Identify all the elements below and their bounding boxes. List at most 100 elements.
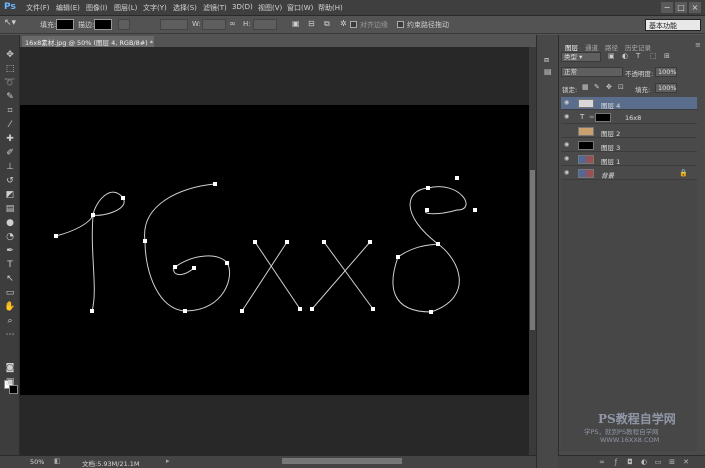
shape-tool-icon[interactable]: ▭ xyxy=(4,287,16,299)
workspace-dropdown[interactable]: 基本功能 xyxy=(645,19,701,31)
quick-mask-icon[interactable]: ◙ xyxy=(4,362,16,374)
layer-row-16x8[interactable]: ◉ T ∞ 16x8 xyxy=(561,111,697,124)
properties-panel-icon[interactable]: ▤ xyxy=(544,67,552,76)
close-button[interactable]: × xyxy=(689,2,701,13)
tab-paths[interactable]: 路径 xyxy=(605,42,618,52)
visibility-eye-icon[interactable]: ◉ xyxy=(564,170,571,176)
lock-position-icon[interactable]: ✥ xyxy=(606,83,612,91)
crop-tool-icon[interactable]: ⌗ xyxy=(4,105,16,117)
blur-tool-icon[interactable]: ● xyxy=(4,217,16,229)
menu-window[interactable]: 窗口(W) xyxy=(287,3,313,13)
vertical-scrollbar-thumb[interactable] xyxy=(530,170,535,330)
menu-edit[interactable]: 编辑(E) xyxy=(56,3,80,13)
history-panel-icon[interactable]: ⧈ xyxy=(544,55,549,65)
menu-filter[interactable]: 滤镜(T) xyxy=(203,3,227,13)
zoom-tool-icon[interactable]: ⌕ xyxy=(4,315,16,327)
menu-layer[interactable]: 图层(L) xyxy=(114,3,137,13)
constrain-path-checkbox[interactable] xyxy=(397,21,404,28)
menu-3d[interactable]: 3D(D) xyxy=(232,3,253,11)
layer-name[interactable]: 图层 2 xyxy=(601,128,620,138)
minimize-button[interactable]: − xyxy=(661,2,673,13)
layer-row-layer-2[interactable]: 图层 2 xyxy=(561,125,697,138)
menu-file[interactable]: 文件(F) xyxy=(26,3,50,13)
menu-help[interactable]: 帮助(H) xyxy=(318,3,343,13)
quick-select-tool-icon[interactable]: ✎ xyxy=(4,91,16,103)
eyedropper-tool-icon[interactable]: ⁄ xyxy=(4,119,16,131)
marquee-tool-icon[interactable]: ⬚ xyxy=(4,63,16,75)
dodge-tool-icon[interactable]: ◔ xyxy=(4,231,16,243)
stroke-swatch[interactable] xyxy=(94,19,112,30)
visibility-toggle-off[interactable] xyxy=(564,128,571,134)
layer-style-icon[interactable]: ƒ xyxy=(612,458,620,466)
settings-gear-icon[interactable]: ✲ xyxy=(340,19,347,28)
link-icon[interactable]: ∞ xyxy=(229,19,236,28)
status-menu-arrow-icon[interactable]: ▸ xyxy=(166,457,170,465)
document-tab[interactable]: 16x8素材.jpg @ 50% (图层 4, RGB/8#) * × xyxy=(22,36,154,47)
lock-pixels-icon[interactable]: ✎ xyxy=(594,83,600,91)
type-tool-icon[interactable]: T xyxy=(4,259,16,271)
brush-tool-icon[interactable]: ✐ xyxy=(4,147,16,159)
path-operations-icon[interactable]: ▣ xyxy=(292,19,300,28)
path-alignment-icon[interactable]: ⊟ xyxy=(308,19,315,28)
layer-row-layer-1[interactable]: ◉ 图层 1 xyxy=(561,153,697,166)
visibility-eye-icon[interactable]: ◉ xyxy=(564,100,571,106)
visibility-eye-icon[interactable]: ◉ xyxy=(564,156,571,162)
stroke-width-field[interactable] xyxy=(118,19,130,30)
menu-image[interactable]: 图像(I) xyxy=(86,3,108,13)
stroke-type-dropdown[interactable] xyxy=(160,19,188,30)
menu-view[interactable]: 视图(V) xyxy=(258,3,282,13)
layer-row-layer-3[interactable]: ◉ 图层 3 xyxy=(561,139,697,152)
eraser-tool-icon[interactable]: ◩ xyxy=(4,189,16,201)
filter-adjustment-icon[interactable]: ◐ xyxy=(622,52,628,60)
fill-swatch[interactable] xyxy=(56,19,74,30)
add-mask-icon[interactable]: ◘ xyxy=(626,458,634,466)
lock-transparency-icon[interactable]: ▦ xyxy=(582,83,589,91)
layer-row-layer-4[interactable]: ◉ 图层 4 xyxy=(561,97,697,110)
fill-field[interactable]: 100% xyxy=(655,83,677,93)
adjustment-layer-icon[interactable]: ◐ xyxy=(640,458,648,466)
canvas-paths[interactable]: 16xx8 xyxy=(20,105,529,395)
layer-name[interactable]: 图层 4 xyxy=(601,100,620,110)
status-icon[interactable]: ◧ xyxy=(54,457,61,465)
layer-name[interactable]: 背景 xyxy=(601,170,614,180)
healing-brush-tool-icon[interactable]: ✚ xyxy=(4,133,16,145)
new-layer-icon[interactable]: ⊞ xyxy=(668,458,676,466)
align-edges-checkbox[interactable] xyxy=(350,21,357,28)
delete-layer-icon[interactable]: ✕ xyxy=(682,458,690,466)
path-selection-tool-icon[interactable]: ↖ xyxy=(4,273,16,285)
path-arrangement-icon[interactable]: ⧉ xyxy=(324,19,330,29)
blend-mode-dropdown[interactable]: 正常 xyxy=(561,67,623,77)
maximize-button[interactable]: □ xyxy=(675,2,687,13)
tab-history[interactable]: 历史记录 xyxy=(625,42,651,52)
panel-menu-icon[interactable]: ≡ xyxy=(695,41,701,49)
history-brush-tool-icon[interactable]: ↺ xyxy=(4,175,16,187)
filter-pixel-icon[interactable]: ▣ xyxy=(608,52,615,60)
height-field[interactable] xyxy=(253,19,277,30)
path-select-tool-icon[interactable]: ↖▾ xyxy=(4,18,16,28)
layer-row-background[interactable]: ◉ 背景 🔒 xyxy=(561,167,697,180)
horizontal-scrollbar-thumb[interactable] xyxy=(282,458,402,464)
link-layers-icon[interactable]: ∞ xyxy=(598,458,606,466)
layer-filter-dropdown[interactable]: 类型 ▾ xyxy=(561,52,601,62)
menu-type[interactable]: 文字(Y) xyxy=(143,3,167,13)
layer-name[interactable]: 图层 1 xyxy=(601,156,620,166)
opacity-field[interactable]: 100% xyxy=(655,67,677,77)
more-tools-icon[interactable]: ⋯ xyxy=(4,329,16,341)
visibility-eye-icon[interactable]: ◉ xyxy=(564,142,571,148)
menu-select[interactable]: 选择(S) xyxy=(173,3,197,13)
pen-tool-icon[interactable]: ✒ xyxy=(4,245,16,257)
layer-name[interactable]: 图层 3 xyxy=(601,142,620,152)
filter-smart-object-icon[interactable]: ⊞ xyxy=(664,52,670,60)
visibility-eye-icon[interactable]: ◉ xyxy=(564,114,571,120)
lasso-tool-icon[interactable]: ➰ xyxy=(4,77,16,89)
layer-name[interactable]: 16x8 xyxy=(625,114,641,122)
tab-channels[interactable]: 通道 xyxy=(585,42,598,52)
new-group-icon[interactable]: ▭ xyxy=(654,458,662,466)
filter-shape-icon[interactable]: ⬚ xyxy=(650,52,657,60)
screen-mode-icon[interactable]: ▣ xyxy=(4,376,16,388)
filter-type-icon[interactable]: T xyxy=(636,52,640,60)
zoom-level[interactable]: 50% xyxy=(30,458,44,466)
tab-layers[interactable]: 图层 xyxy=(565,42,578,52)
gradient-tool-icon[interactable]: ▤ xyxy=(4,203,16,215)
lock-all-icon[interactable]: ⊡ xyxy=(618,83,624,91)
